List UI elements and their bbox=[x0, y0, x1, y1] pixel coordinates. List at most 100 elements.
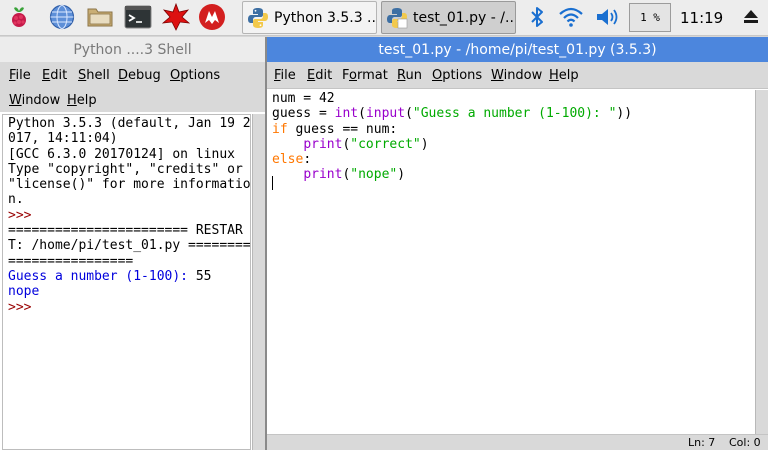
clock[interactable]: 11:19 bbox=[680, 9, 723, 27]
shell-scrollbar[interactable] bbox=[252, 114, 265, 450]
shell-line: ================ bbox=[8, 254, 251, 269]
mathematica-icon[interactable] bbox=[162, 3, 190, 31]
shell-user-input: 55 bbox=[195, 268, 212, 284]
menu-help[interactable]: Help bbox=[549, 68, 579, 83]
menu-edit[interactable]: Edit bbox=[42, 68, 67, 83]
status-line: Ln: 7 bbox=[688, 436, 716, 449]
wolfram-icon[interactable] bbox=[198, 3, 226, 31]
status-col: Col: 0 bbox=[729, 436, 761, 449]
bluetooth-icon[interactable] bbox=[523, 3, 551, 31]
code-token: print bbox=[303, 167, 343, 183]
code-token: "Guess a number (1-100): " bbox=[412, 106, 617, 122]
python-icon bbox=[387, 7, 408, 28]
text-cursor bbox=[272, 176, 273, 190]
shell-line-text: nope bbox=[8, 284, 40, 300]
code-token: else bbox=[272, 152, 304, 168]
task-editor[interactable]: test_01.py - /... bbox=[381, 1, 516, 34]
code-token: input bbox=[365, 106, 406, 122]
editor-scrollbar[interactable] bbox=[755, 90, 768, 434]
menu-format[interactable]: Format bbox=[342, 68, 388, 83]
code-token: ) bbox=[397, 167, 406, 183]
menu-options[interactable]: Options bbox=[432, 68, 482, 83]
task-label: test_01.py - /... bbox=[413, 9, 516, 26]
shell-line: 017, 14:11:04) bbox=[8, 131, 251, 146]
folder-icon[interactable] bbox=[86, 3, 114, 31]
editor-titlebar[interactable]: test_01.py - /home/pi/test_01.py (3.5.3) bbox=[267, 37, 768, 62]
taskbar: Python 3.5.3 ... test_01.py - /... 1 % 1… bbox=[0, 0, 768, 36]
shell-window: Python ....3 Shell File Edit Shell Debug… bbox=[0, 37, 265, 450]
menu-file[interactable]: File bbox=[274, 68, 296, 83]
editor-menubar: File Edit Format Run Options Window Help bbox=[267, 62, 768, 89]
shell-line-text: n. bbox=[8, 192, 24, 208]
code-line: num = 42 bbox=[272, 91, 632, 106]
shell-line: nope bbox=[8, 284, 251, 299]
shell-line: Guess a number (1-100): 55 bbox=[8, 269, 251, 284]
menu-help[interactable]: Help bbox=[67, 93, 97, 108]
raspberry-icon[interactable] bbox=[5, 3, 33, 31]
menu-window[interactable]: Window bbox=[491, 68, 542, 83]
eject-icon[interactable] bbox=[740, 3, 762, 31]
shell-line-text: >>> bbox=[8, 299, 32, 315]
editor-title: test_01.py - /home/pi/test_01.py (3.5.3) bbox=[378, 41, 657, 58]
code-token: ( bbox=[358, 106, 366, 122]
menu-debug[interactable]: Debug bbox=[118, 68, 161, 83]
shell-line: Python 3.5.3 (default, Jan 19 2 bbox=[8, 116, 251, 131]
shell-line: ======================= RESTAR bbox=[8, 223, 251, 238]
shell-line: >>> bbox=[8, 300, 251, 315]
code-line: guess = int(input("Guess a number (1-100… bbox=[272, 106, 632, 121]
editor-statusbar: Ln: 7 Col: 0 bbox=[267, 434, 768, 450]
menu-options[interactable]: Options bbox=[170, 68, 220, 83]
editor-window: test_01.py - /home/pi/test_01.py (3.5.3)… bbox=[267, 37, 768, 450]
menu-shell[interactable]: Shell bbox=[78, 68, 110, 83]
code-token: num = 42 bbox=[272, 91, 335, 106]
code-line: else: bbox=[272, 152, 632, 167]
shell-line: [GCC 6.3.0 20170124] on linux bbox=[8, 147, 251, 162]
cpu-value: 1 % bbox=[640, 11, 660, 24]
python-icon bbox=[248, 7, 268, 28]
shell-line-text: Guess a number (1-100): bbox=[8, 268, 196, 284]
shell-line: Type "copyright", "credits" or bbox=[8, 162, 251, 177]
code-token: )) bbox=[616, 106, 633, 122]
shell-line-text: >>> bbox=[8, 207, 32, 223]
shell-menubar: File Edit Shell Debug Options Window Hel… bbox=[0, 62, 265, 112]
menu-run[interactable]: Run bbox=[397, 68, 422, 83]
cpu-monitor[interactable]: 1 % bbox=[629, 3, 671, 32]
menu-window[interactable]: Window bbox=[9, 93, 60, 108]
menu-edit[interactable]: Edit bbox=[307, 68, 332, 83]
code-token: int bbox=[334, 106, 359, 122]
code-line: print("nope") bbox=[272, 167, 632, 182]
task-label: Python 3.5.3 ... bbox=[274, 9, 377, 26]
shell-line-text: 017, 14:11:04) bbox=[8, 131, 118, 147]
shell-line: n. bbox=[8, 192, 251, 207]
task-python-shell[interactable]: Python 3.5.3 ... bbox=[242, 1, 377, 34]
code-line: print("correct") bbox=[272, 137, 632, 152]
shell-line-text: T: /home/pi/test_01.py ======== bbox=[8, 238, 251, 254]
shell-line: T: /home/pi/test_01.py ======== bbox=[8, 238, 251, 253]
shell-line-text: Type "copyright", "credits" or bbox=[8, 161, 243, 177]
code-token: print bbox=[303, 136, 343, 152]
volume-icon[interactable] bbox=[593, 3, 621, 31]
code-token: ) bbox=[420, 136, 429, 152]
code-line: if guess == num: bbox=[272, 122, 632, 137]
shell-line-text: Python 3.5.3 (default, Jan 19 2 bbox=[8, 116, 251, 131]
editor-text-area[interactable]: num = 42 guess = int(input("Guess a numbe… bbox=[267, 90, 755, 434]
shell-line-text: [GCC 6.3.0 20170124] on linux bbox=[8, 146, 235, 162]
code-token: "correct" bbox=[350, 136, 421, 152]
globe-icon[interactable] bbox=[48, 3, 76, 31]
shell-line-text: "license()" for more informatio bbox=[8, 177, 251, 193]
code-token: "nope" bbox=[350, 167, 398, 183]
code-token: guess == num: bbox=[287, 121, 398, 137]
shell-output[interactable]: Python 3.5.3 (default, Jan 19 2 017, 14:1… bbox=[2, 114, 251, 450]
shell-line-text: ================ bbox=[8, 253, 134, 269]
code-token: : bbox=[303, 152, 312, 168]
code-token: if bbox=[272, 121, 288, 137]
shell-line: "license()" for more informatio bbox=[8, 177, 251, 192]
shell-line-text: ======================= RESTAR bbox=[8, 223, 243, 239]
wifi-icon[interactable] bbox=[557, 3, 585, 31]
menu-file[interactable]: File bbox=[9, 68, 31, 83]
shell-titlebar[interactable]: Python ....3 Shell bbox=[0, 37, 265, 62]
code-token: guess = bbox=[272, 106, 335, 122]
terminal-icon[interactable] bbox=[124, 3, 152, 31]
